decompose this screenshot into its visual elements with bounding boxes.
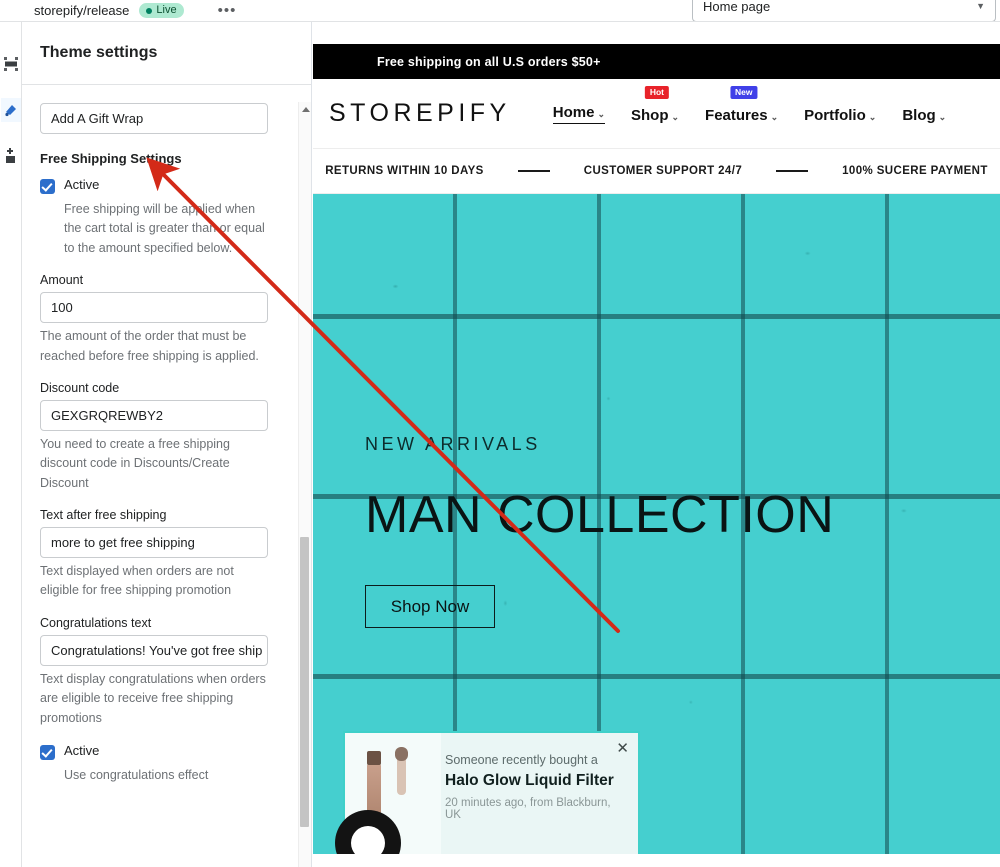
- shop-now-button[interactable]: Shop Now: [365, 585, 495, 628]
- app-root: storepify/release Live ••• Home page ▼ T…: [0, 0, 1000, 867]
- popup-product-name[interactable]: Halo Glow Liquid Filter: [445, 772, 628, 790]
- bottle-icon: [367, 763, 381, 817]
- free-shipping-section-title: Free Shipping Settings: [40, 151, 182, 166]
- nav-item-home[interactable]: Home ⌄: [552, 103, 605, 124]
- scroll-up-icon[interactable]: [302, 107, 310, 112]
- nav-item-shop[interactable]: Hot Shop ⌄: [630, 85, 680, 124]
- strip-item-support: CUSTOMER SUPPORT 24/7: [583, 165, 743, 177]
- hero-banner: NEW ARRIVALS MAN COLLECTION Shop Now Som…: [313, 194, 1000, 854]
- chevron-down-icon: ▼: [976, 1, 985, 11]
- top-bar-left: storepify/release Live •••: [0, 3, 242, 18]
- features-strip: RETURNS WITHIN 10 DAYS CUSTOMER SUPPORT …: [313, 148, 1000, 194]
- text-after-free-shipping-input[interactable]: more to get free shipping: [40, 527, 268, 558]
- store-logo[interactable]: STOREPIFY: [329, 99, 511, 128]
- nav-item-portfolio-label: Portfolio: [804, 106, 866, 124]
- strip-divider: [517, 170, 550, 172]
- discount-code-help-text: You need to create a free shipping disco…: [40, 436, 230, 490]
- congratulations-text-label: Congratulations text: [40, 615, 152, 630]
- free-shipping-active-row[interactable]: Active: [40, 177, 293, 194]
- chevron-down-icon: ⌄: [671, 111, 680, 122]
- sidebar-item-add-block[interactable]: [1, 144, 21, 168]
- nav-item-blog-label: Blog: [902, 106, 936, 124]
- free-shipping-active-checkbox[interactable]: [40, 179, 55, 194]
- store-navbar: STOREPIFY Home ⌄ Hot Shop ⌄ New Features ⌄ …: [313, 79, 1000, 148]
- amount-help-text: The amount of the order that must be rea…: [40, 329, 259, 363]
- nav-item-shop-label: Shop: [630, 106, 669, 124]
- sidebar-item-sections[interactable]: [1, 52, 21, 76]
- nav-item-features[interactable]: New Features ⌄: [705, 85, 779, 124]
- congratulations-active-label: Active: [64, 742, 100, 758]
- chevron-down-icon: ⌄: [868, 111, 877, 122]
- hero-eyebrow: NEW ARRIVALS: [365, 434, 541, 454]
- top-bar: storepify/release Live ••• Home page ▼: [0, 0, 1000, 22]
- sections-icon: [3, 57, 18, 71]
- wand-tip-icon: [395, 747, 408, 761]
- strip-item-returns: RETURNS WITHIN 10 DAYS: [325, 165, 484, 177]
- nav-badge-new: New: [730, 85, 758, 99]
- popup-meta: 20 minutes ago, from Blackburn, UK: [445, 797, 611, 821]
- free-shipping-active-description: Free shipping will be applied when the c…: [64, 202, 265, 255]
- congratulations-active-checkbox[interactable]: [40, 744, 55, 760]
- left-icon-rail: [0, 22, 22, 867]
- store-nav-links: Home ⌄ Hot Shop ⌄ New Features ⌄ Portfolio ⌄…: [552, 85, 946, 124]
- add-block-icon: [5, 148, 15, 163]
- theme-settings-panel: Theme settings Add A Gift Wrap Free Ship…: [22, 22, 312, 867]
- gift-wrap-input[interactable]: Add A Gift Wrap: [40, 103, 268, 134]
- text-after-free-shipping-label: Text after free shipping: [40, 508, 167, 522]
- page-title: Theme settings: [40, 44, 158, 61]
- amount-input[interactable]: 100: [40, 292, 268, 324]
- strip-divider: [776, 170, 809, 172]
- congratulations-help-text: Text display congratulations when orders…: [40, 671, 266, 725]
- chevron-down-icon: ⌄: [597, 108, 605, 119]
- status-badge: Live: [139, 3, 184, 18]
- panel-header: Theme settings: [22, 22, 311, 85]
- hero-title: MAN COLLECTION: [365, 486, 835, 544]
- discount-code-input[interactable]: GEXGRQREWBY2: [40, 399, 268, 431]
- popup-text: Someone recently bought a Halo Glow Liqu…: [441, 733, 638, 854]
- nav-item-home-label: Home: [552, 103, 595, 121]
- congratulations-active-description: Use congratulations effect: [64, 767, 209, 782]
- panel-scrollbar[interactable]: [298, 102, 311, 867]
- nav-item-blog[interactable]: Blog ⌄: [902, 107, 946, 124]
- text-after-free-shipping-help-text: Text displayed when orders are not eligi…: [40, 564, 234, 598]
- panel-body: Add A Gift Wrap Free Shipping Settings A…: [22, 85, 311, 867]
- close-icon[interactable]: ✕: [616, 739, 629, 757]
- scrollbar-thumb[interactable]: [300, 537, 309, 827]
- discount-code-label: Discount code: [40, 380, 120, 395]
- live-dot-icon: [146, 7, 153, 14]
- theme-settings-icon: [4, 105, 16, 117]
- amount-label: Amount: [40, 273, 84, 288]
- shop-path[interactable]: storepify/release: [34, 3, 129, 18]
- chevron-down-icon: ⌄: [770, 111, 779, 122]
- bottle-cap-icon: [367, 751, 381, 765]
- congratulations-text-input[interactable]: Congratulations! You've got free ship: [40, 634, 268, 666]
- announcement-bar: Free shipping on all U.S orders $50+: [313, 44, 1000, 79]
- free-shipping-active-label: Active: [64, 177, 100, 192]
- nav-item-portfolio[interactable]: Portfolio ⌄: [804, 107, 876, 124]
- chevron-down-icon: ⌄: [938, 111, 947, 122]
- wand-icon: [397, 755, 406, 795]
- store-preview: Free shipping on all U.S orders $50+ STO…: [313, 44, 1000, 867]
- popup-subtitle: Someone recently bought a: [445, 753, 598, 767]
- strip-item-payment: 100% SUCERE PAYMENT: [842, 165, 988, 177]
- page-selector-value: Home page: [703, 0, 771, 14]
- congratulations-active-row[interactable]: Active: [40, 743, 293, 760]
- nav-badge-hot: Hot: [644, 85, 670, 99]
- hero-content: NEW ARRIVALS MAN COLLECTION Shop Now: [313, 194, 1000, 628]
- more-menu-icon[interactable]: •••: [212, 3, 243, 18]
- nav-item-features-label: Features: [705, 106, 768, 124]
- sidebar-item-theme-settings[interactable]: [0, 98, 21, 122]
- live-label: Live: [156, 4, 177, 16]
- page-selector[interactable]: Home page ▼: [692, 0, 996, 21]
